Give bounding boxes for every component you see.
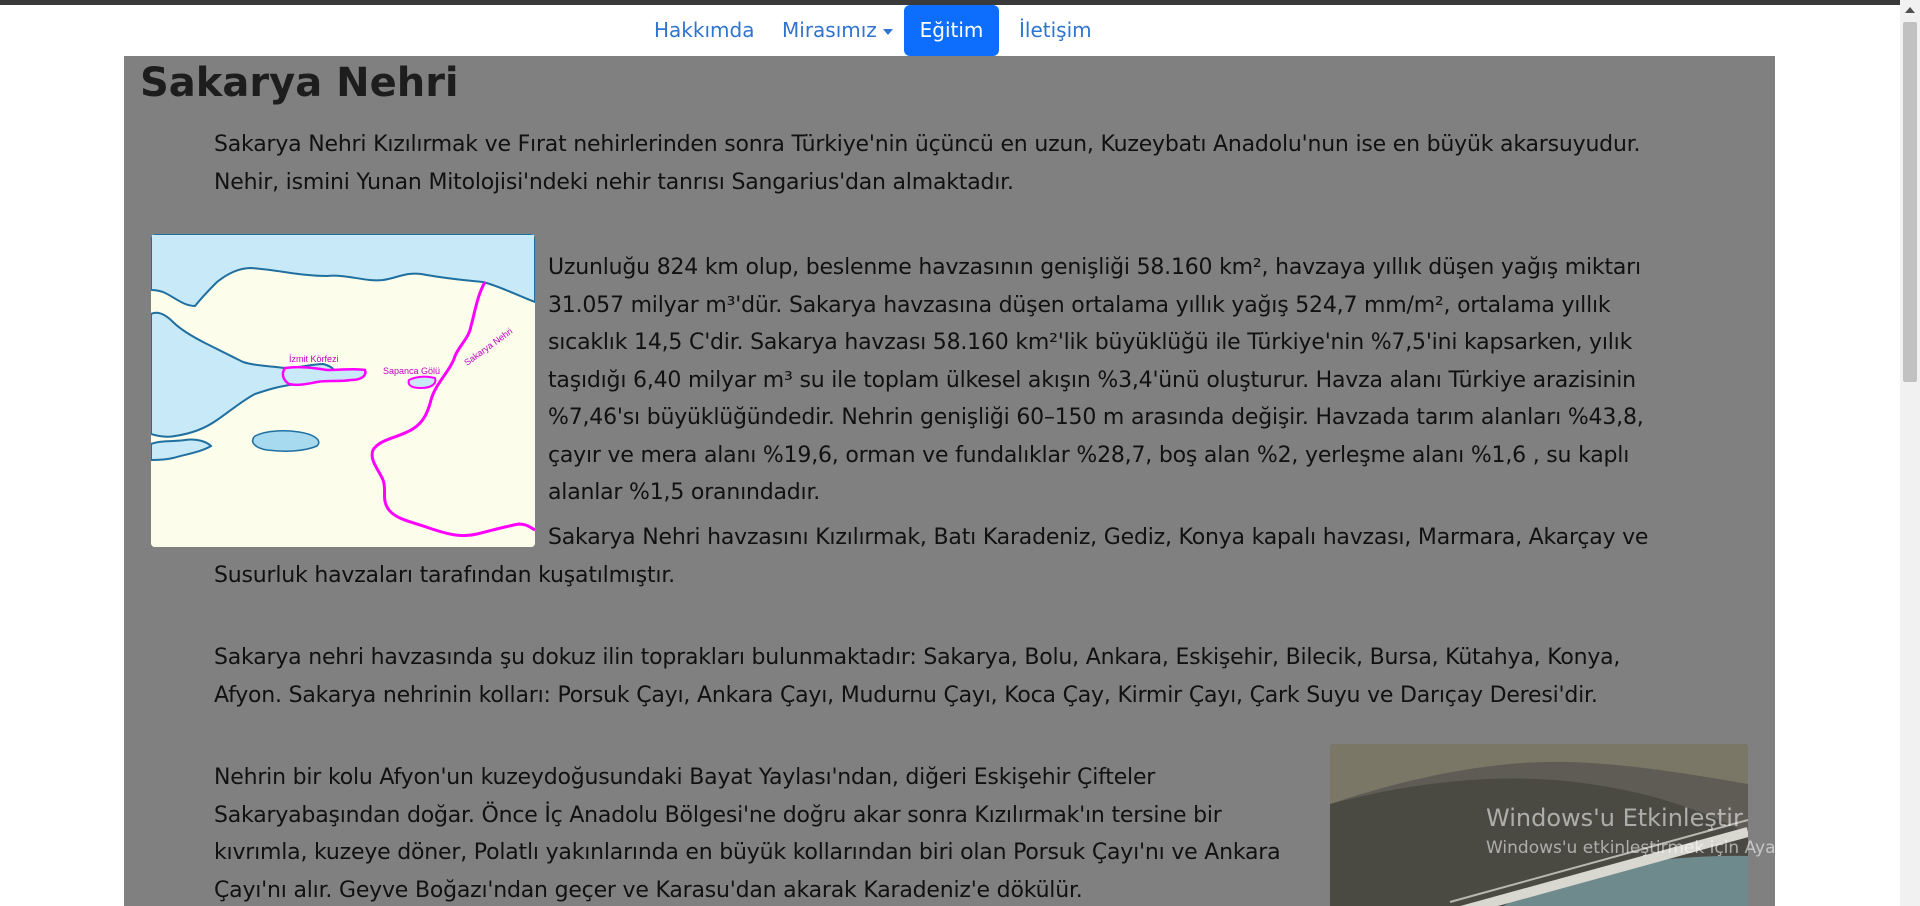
label-izmit-gulf: İzmit Körfezi bbox=[289, 354, 339, 364]
basin-paragraph: Uzunluğu 824 km olup, beslenme havzasını… bbox=[548, 255, 1644, 505]
intro-paragraph: Sakarya Nehri Kızılırmak ve Fırat nehirl… bbox=[214, 132, 1641, 195]
watermark-title: Windows'u Etkinleştir bbox=[1486, 804, 1743, 832]
vertical-scrollbar[interactable] bbox=[1900, 0, 1920, 906]
iznik-lake bbox=[251, 430, 320, 452]
surrounding-basins-paragraph: Sakarya Nehri havzasını Kızılırmak, Batı… bbox=[214, 525, 1649, 588]
river-course-paragraph: Nehrin bir kolu Afyon'un kuzeydoğusundak… bbox=[214, 765, 1281, 903]
nav-link-hakkimda[interactable]: Hakkımda bbox=[654, 5, 764, 56]
sakarya-basin-map: İzmit Körfezi Sapanca Gölü Sakarya Nehri bbox=[151, 234, 535, 547]
watermark-subtitle: Windows'u etkinleştirmek için Ayarlar'a … bbox=[1486, 838, 1873, 858]
provinces-paragraph: Sakarya nehri havzasında şu dokuz ilin t… bbox=[214, 645, 1621, 708]
scroll-thumb[interactable] bbox=[1903, 22, 1917, 382]
navbar: Hakkımda Mirasımız Eğitim İletişim bbox=[0, 5, 1900, 56]
caret-down-icon bbox=[882, 28, 893, 35]
page-title: Sakarya Nehri bbox=[140, 60, 459, 106]
windows-activation-watermark: Windows'u Etkinleştir Windows'u etkinleş… bbox=[1486, 804, 1872, 858]
content-panel: Sakarya Nehri Sakarya Nehri Kızılırmak v… bbox=[124, 56, 1775, 906]
label-sapanca-lake: Sapanca Gölü bbox=[383, 366, 440, 376]
nav-link-iletisim[interactable]: İletişim bbox=[1019, 5, 1109, 56]
map-graphic: İzmit Körfezi Sapanca Gölü Sakarya Nehri bbox=[151, 234, 535, 547]
sapanca-lake bbox=[407, 375, 437, 390]
nav-link-egitim[interactable]: Eğitim bbox=[904, 5, 999, 56]
nav-dropdown-mirasimiz[interactable]: Mirasımız bbox=[782, 5, 902, 56]
nav-dropdown-label: Mirasımız bbox=[782, 18, 877, 42]
scroll-up-arrow-icon[interactable] bbox=[1900, 0, 1920, 20]
